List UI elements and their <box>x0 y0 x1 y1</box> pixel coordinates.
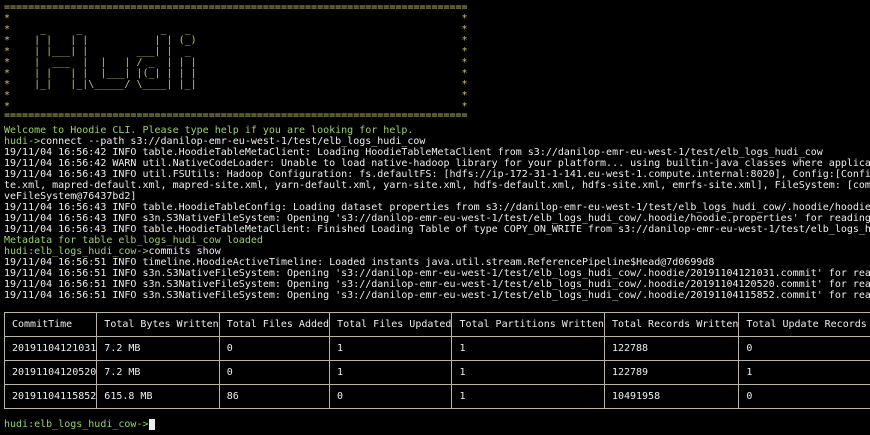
log-line: 19/11/04 16:56:51 INFO s3n.S3NativeFileS… <box>4 279 870 290</box>
log-line: 19/11/04 16:56:43 INFO table.HoodieTable… <box>4 224 870 235</box>
log-line: 19/11/04 16:56:43 INFO table.HoodieTable… <box>4 202 870 213</box>
table-cell: 0 <box>218 336 331 361</box>
log-line: veFileSystem@76437bd2] <box>4 191 137 202</box>
banner-line: * * <box>4 90 468 101</box>
table-cell: 0 <box>738 384 870 409</box>
log-line: 19/11/04 16:56:51 INFO timeline.HoodieAc… <box>4 257 715 268</box>
table-row: 20191104121031 7.2 MB 0 1 1 122788 0 <box>3 336 870 361</box>
table-header-row: CommitTime Total Bytes Written Total Fil… <box>3 312 870 337</box>
table-cell: 86 <box>218 384 331 409</box>
log-line: 19/11/04 16:56:51 INFO s3n.S3NativeFileS… <box>4 290 870 301</box>
command-line-commits: hudi:elb_logs_hudi_cow->commits show <box>4 246 221 257</box>
table-row: 20191104115852 615.8 MB 86 0 1 10491958 … <box>3 384 870 409</box>
table-cell: 7.2 MB <box>96 360 220 385</box>
banner-line: * | |___| | ___| | _ * <box>4 46 468 57</box>
table-cell: 1 <box>329 336 453 361</box>
table-cell: 7.2 MB <box>96 336 220 361</box>
command-text: connect --path s3://danilop-emr-eu-west-… <box>40 136 426 147</box>
command-text: commits show <box>148 246 221 257</box>
table-cell: 1 <box>738 360 870 385</box>
table-cell: 1 <box>451 360 605 385</box>
terminal-window[interactable]: ========================================… <box>0 0 870 435</box>
banner-line: ========================================… <box>4 110 468 121</box>
column-header: Total Files Added <box>218 312 331 337</box>
prompt-text: hudi:elb_logs_hudi_cow-> <box>4 419 149 430</box>
table-cell: 20191104115852 <box>3 384 98 409</box>
table-cell: 1 <box>329 360 453 385</box>
banner-line: * | ___ | | | / _ | | | * <box>4 57 468 68</box>
welcome-message: Welcome to Hoodie CLI. Please type help … <box>4 125 414 136</box>
table-cell: 20191104120520 <box>3 360 98 385</box>
table-cell: 615.8 MB <box>96 384 220 409</box>
table-cell: 1 <box>451 384 605 409</box>
table-cell: 10491958 <box>603 384 740 409</box>
column-header: Total Update Records Written <box>738 312 870 337</box>
column-header: Total Files Updated <box>329 312 453 337</box>
table-row: 20191104120520 7.2 MB 0 1 1 122789 1 <box>3 360 870 385</box>
command-line-connect: hudi->connect --path s3://danilop-emr-eu… <box>4 136 425 147</box>
table-cell: 122789 <box>603 360 740 385</box>
table-cell: 122788 <box>603 336 740 361</box>
command-line-input[interactable]: hudi:elb_logs_hudi_cow-> <box>4 419 155 430</box>
banner-line: * * <box>4 13 468 24</box>
log-line: 19/11/04 16:56:42 INFO table.HoodieTable… <box>4 147 823 158</box>
log-line: te.xml, mapred-default.xml, mapred-site.… <box>4 180 870 191</box>
table-cell: 0 <box>218 360 331 385</box>
log-line: 19/11/04 16:56:42 WARN util.NativeCodeLo… <box>4 158 870 169</box>
column-header: Total Partitions Written <box>451 312 605 337</box>
banner-line: * | | | | |___| |(_| | | | * <box>4 68 468 79</box>
column-header: Total Bytes Written <box>96 312 220 337</box>
banner-line: * | | | | | | (_) * <box>4 35 468 46</box>
log-line: 19/11/04 16:56:51 INFO s3n.S3NativeFileS… <box>4 268 870 279</box>
prompt-text: hudi-> <box>4 136 41 147</box>
log-line: 19/11/04 16:56:43 INFO s3n.S3NativeFileS… <box>4 213 870 224</box>
column-header: Total Records Written <box>603 312 740 337</box>
column-header: CommitTime <box>3 312 98 337</box>
table-cell: 0 <box>738 336 870 361</box>
prompt-text: hudi:elb_logs_hudi_cow-> <box>4 246 149 257</box>
commits-table: CommitTime Total Bytes Written Total Fil… <box>3 312 870 409</box>
text-cursor <box>148 419 155 430</box>
table-cell: 0 <box>329 384 453 409</box>
metadata-message: Metadata for table elb_logs_hudi_cow loa… <box>4 235 263 246</box>
banner-line: * _ _ _ _ * <box>4 24 468 35</box>
table-cell: 20191104121031 <box>3 336 98 361</box>
banner-line: * |_| |_|\_____/ \____| |_| * <box>4 79 468 90</box>
log-line: 19/11/04 16:56:43 INFO util.FSUtils: Had… <box>4 169 870 180</box>
table-cell: 1 <box>451 336 605 361</box>
banner-line: ========================================… <box>4 2 468 13</box>
